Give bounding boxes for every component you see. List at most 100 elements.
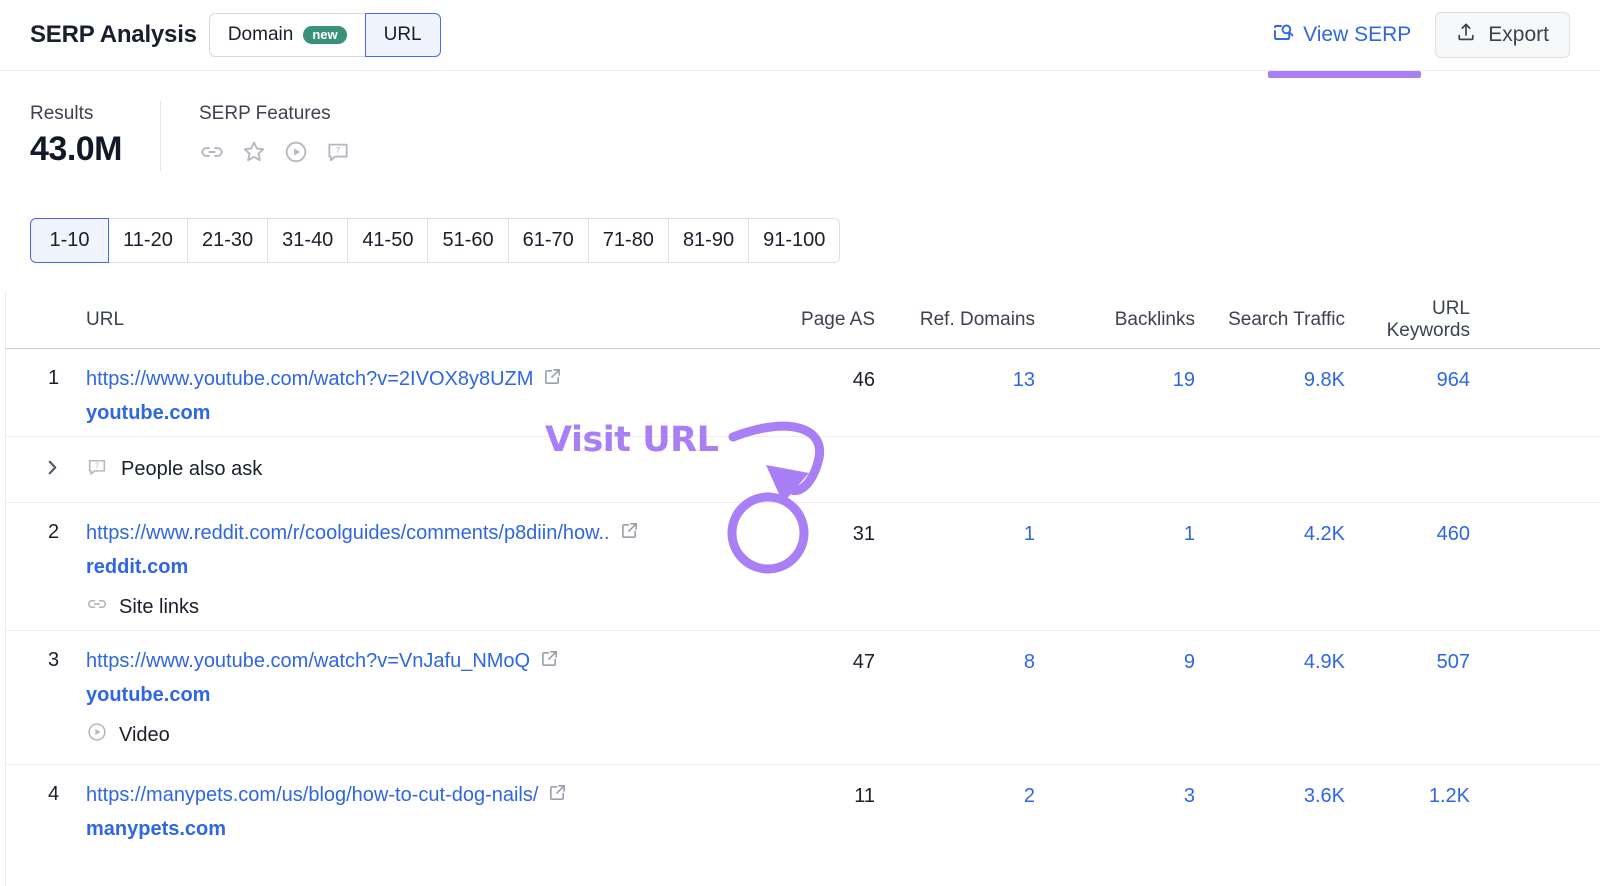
video-play-icon[interactable] [283, 139, 309, 165]
url-block: https://www.youtube.com/watch?v=2IVOX8y8… [86, 367, 720, 436]
column-header-backlinks[interactable]: Backlinks [1035, 309, 1195, 331]
external-link-icon[interactable] [540, 649, 559, 673]
ref-domains-value[interactable]: 13 [875, 349, 1035, 436]
table-row: 4 https://manypets.com/us/blog/how-to-cu… [0, 765, 1600, 853]
export-button[interactable]: Export [1435, 12, 1570, 58]
chevron-right-icon [44, 459, 61, 481]
export-label: Export [1488, 23, 1549, 47]
table-row: 1 https://www.youtube.com/watch?v=2IVOX8… [0, 349, 1600, 437]
result-domain-link[interactable]: manypets.com [86, 818, 720, 841]
url-block: https://manypets.com/us/blog/how-to-cut-… [86, 783, 720, 853]
view-serp-label: View SERP [1303, 23, 1411, 47]
serp-feature-row-people-also-ask[interactable]: ? People also ask [0, 437, 1600, 503]
ref-domains-value[interactable]: 1 [875, 503, 1035, 630]
result-domain-link[interactable]: youtube.com [86, 684, 720, 707]
video-play-icon [86, 721, 108, 749]
scope-tab-domain[interactable]: Domain new [209, 13, 366, 57]
serp-preview-icon [1273, 22, 1294, 49]
reviews-star-icon[interactable] [241, 139, 267, 165]
result-feature-label: Video [119, 724, 170, 747]
external-link-icon[interactable] [543, 367, 562, 391]
result-url-link[interactable]: https://www.reddit.com/r/coolguides/comm… [86, 522, 610, 545]
table-header-row: URL Page AS Ref. Domains Backlinks Searc… [0, 292, 1600, 349]
backlinks-value[interactable]: 9 [1035, 631, 1195, 764]
page-range-11-20[interactable]: 11-20 [109, 218, 188, 263]
page-as-value: 31 [720, 503, 875, 630]
column-header-url-keywords[interactable]: URL Keywords [1345, 298, 1500, 342]
scope-tab-domain-label: Domain [228, 24, 293, 46]
scope-tab-url[interactable]: URL [365, 13, 441, 57]
search-traffic-value[interactable]: 4.2K [1195, 503, 1345, 630]
ref-domains-value[interactable]: 2 [875, 765, 1035, 853]
result-url-link[interactable]: https://www.youtube.com/watch?v=2IVOX8y8… [86, 368, 533, 391]
page-range-51-60[interactable]: 51-60 [428, 218, 508, 263]
rank-number: 1 [6, 367, 86, 436]
url-keywords-value[interactable]: 964 [1345, 349, 1500, 436]
page-header: SERP Analysis Domain new URL [0, 0, 1600, 71]
url-line: https://www.youtube.com/watch?v=VnJafu_N… [86, 649, 720, 673]
rank-number: 4 [6, 783, 86, 853]
column-header-url[interactable]: URL [6, 309, 720, 331]
header-actions: View SERP Export [1271, 12, 1570, 58]
page-as-value: 47 [720, 631, 875, 764]
upload-icon [1456, 22, 1476, 48]
result-url-link[interactable]: https://manypets.com/us/blog/how-to-cut-… [86, 784, 538, 807]
url-line: https://www.reddit.com/r/coolguides/comm… [86, 521, 720, 545]
column-header-page-as[interactable]: Page AS [720, 309, 875, 331]
column-header-search-traffic[interactable]: Search Traffic [1195, 309, 1345, 331]
scope-toggle-group: Domain new URL [209, 13, 441, 57]
url-cell: 1 https://www.youtube.com/watch?v=2IVOX8… [6, 349, 720, 436]
results-value: 43.0M [30, 130, 160, 169]
url-line: https://manypets.com/us/blog/how-to-cut-… [86, 783, 720, 807]
search-traffic-value[interactable]: 9.8K [1195, 349, 1345, 436]
page-range-21-30[interactable]: 21-30 [188, 218, 268, 263]
external-link-icon[interactable] [620, 521, 639, 545]
rank-number: 3 [6, 649, 86, 764]
serp-features-label: SERP Features [199, 103, 351, 125]
serp-analysis-page: SERP Analysis Domain new URL [0, 0, 1600, 886]
url-cell: 3 https://www.youtube.com/watch?v=VnJafu… [6, 631, 720, 764]
result-feature-label: Site links [119, 596, 199, 619]
serp-features-icon-list: ? [199, 139, 351, 165]
page-range-61-70[interactable]: 61-70 [509, 218, 589, 263]
expand-toggle[interactable] [6, 459, 86, 481]
metrics-bar: Results 43.0M SERP Features [0, 71, 1600, 193]
view-serp-button[interactable]: View SERP [1271, 22, 1415, 49]
page-range-81-90[interactable]: 81-90 [669, 218, 749, 263]
result-domain-link[interactable]: youtube.com [86, 402, 720, 425]
people-also-ask-icon[interactable]: ? [325, 139, 351, 165]
serp-results-table: URL Page AS Ref. Domains Backlinks Searc… [0, 292, 1600, 853]
backlinks-value[interactable]: 1 [1035, 503, 1195, 630]
external-link-icon[interactable] [548, 783, 567, 807]
table-left-edge [0, 292, 6, 886]
url-block: https://www.youtube.com/watch?v=VnJafu_N… [86, 649, 720, 764]
result-feature-tag: Video [86, 721, 720, 749]
page-range-31-40[interactable]: 31-40 [268, 218, 348, 263]
result-feature-tag: Site links [86, 593, 720, 621]
url-keywords-value[interactable]: 507 [1345, 631, 1500, 764]
svg-text:?: ? [95, 461, 99, 470]
page-range-41-50[interactable]: 41-50 [348, 218, 428, 263]
column-header-ref-domains[interactable]: Ref. Domains [875, 309, 1035, 331]
backlinks-value[interactable]: 19 [1035, 349, 1195, 436]
search-traffic-value[interactable]: 4.9K [1195, 631, 1345, 764]
page-range-1-10[interactable]: 1-10 [30, 218, 109, 263]
page-range-91-100[interactable]: 91-100 [749, 218, 840, 263]
rank-range-pagination: 1-10 11-20 21-30 31-40 41-50 51-60 61-70… [30, 218, 840, 263]
new-badge: new [303, 26, 346, 44]
url-keywords-value[interactable]: 460 [1345, 503, 1500, 630]
result-domain-link[interactable]: reddit.com [86, 556, 720, 579]
site-links-icon[interactable] [199, 139, 225, 165]
url-cell: 2 https://www.reddit.com/r/coolguides/co… [6, 503, 720, 630]
search-traffic-value[interactable]: 3.6K [1195, 765, 1345, 853]
url-keywords-value[interactable]: 1.2K [1345, 765, 1500, 853]
backlinks-value[interactable]: 3 [1035, 765, 1195, 853]
url-cell: 4 https://manypets.com/us/blog/how-to-cu… [6, 765, 720, 853]
url-block: https://www.reddit.com/r/coolguides/comm… [86, 521, 720, 630]
serp-feature-body: ? People also ask [86, 456, 262, 484]
site-links-icon [86, 593, 108, 621]
results-label: Results [30, 103, 160, 125]
ref-domains-value[interactable]: 8 [875, 631, 1035, 764]
result-url-link[interactable]: https://www.youtube.com/watch?v=VnJafu_N… [86, 650, 530, 673]
page-range-71-80[interactable]: 71-80 [589, 218, 669, 263]
